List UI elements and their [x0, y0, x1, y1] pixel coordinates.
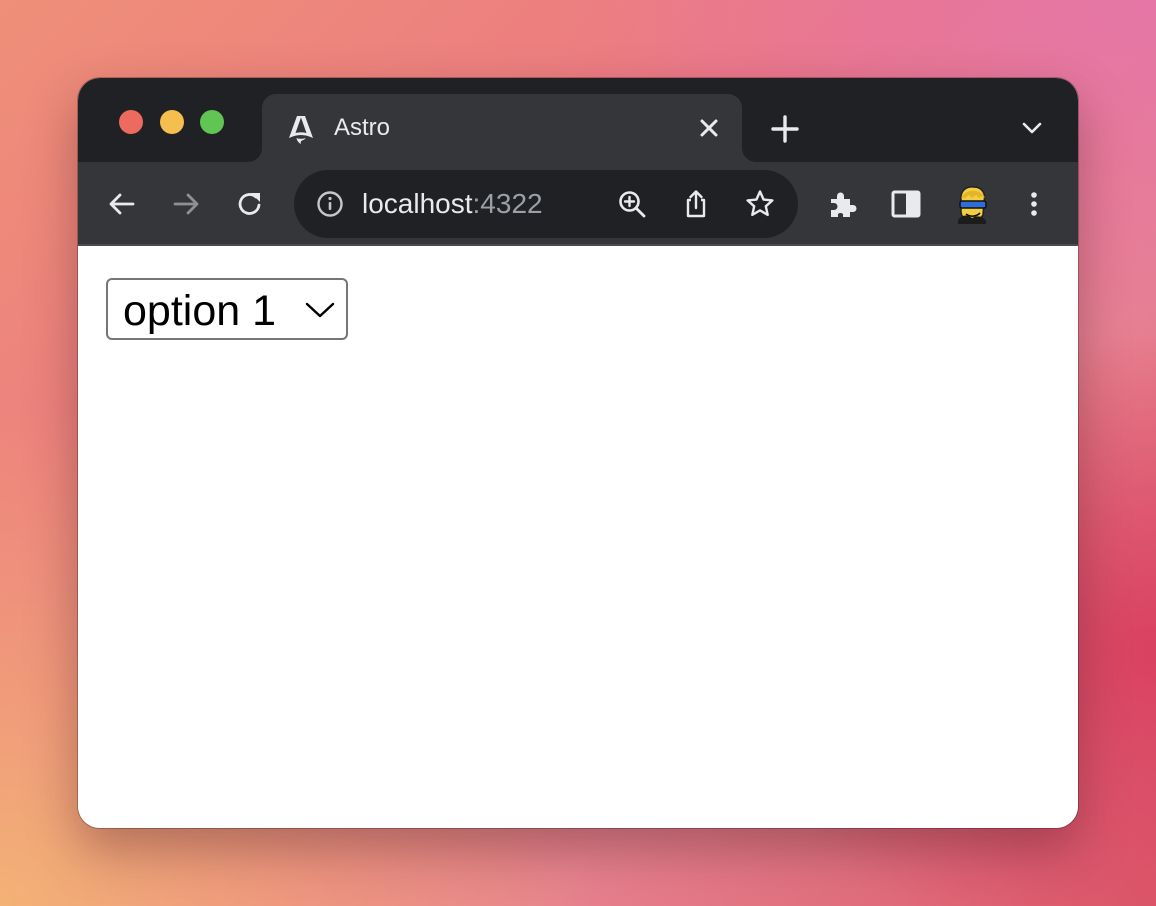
address-bar[interactable]: localhost:4322 — [294, 170, 798, 238]
more-vertical-icon[interactable] — [1018, 188, 1050, 220]
select-value: option 1 — [123, 287, 277, 335]
reload-icon[interactable] — [234, 188, 266, 220]
plus-icon[interactable] — [770, 114, 800, 144]
url-text: localhost:4322 — [362, 188, 543, 220]
option-select[interactable]: option 1 — [106, 278, 348, 340]
url-port: :4322 — [472, 188, 543, 219]
tab-title: Astro — [334, 114, 391, 141]
info-icon[interactable] — [316, 190, 344, 218]
chevron-down-icon — [305, 302, 335, 318]
zoom-in-icon[interactable] — [616, 188, 648, 220]
browser-window: Astro localhost:4322 option 1 — [78, 78, 1078, 828]
share-icon[interactable] — [680, 188, 712, 220]
window-close-button[interactable] — [119, 110, 143, 134]
window-zoom-button[interactable] — [200, 110, 224, 134]
tab-strip: Astro — [78, 78, 1078, 162]
puzzle-piece-icon[interactable] — [826, 188, 858, 220]
page-content: option 1 — [78, 246, 1078, 828]
chevron-down-icon[interactable] — [1020, 118, 1044, 138]
window-minimize-button[interactable] — [160, 110, 184, 134]
arrow-right-icon[interactable] — [170, 188, 202, 220]
arrow-left-icon[interactable] — [106, 188, 138, 220]
side-panel-icon[interactable] — [890, 188, 922, 220]
url-host: localhost — [362, 188, 473, 219]
star-icon[interactable] — [744, 188, 776, 220]
tab-astro[interactable]: Astro — [262, 94, 742, 162]
toolbar: localhost:4322 — [78, 162, 1078, 246]
astro-logo-icon — [289, 116, 313, 144]
avatar[interactable] — [952, 184, 992, 224]
close-icon[interactable] — [696, 115, 722, 141]
